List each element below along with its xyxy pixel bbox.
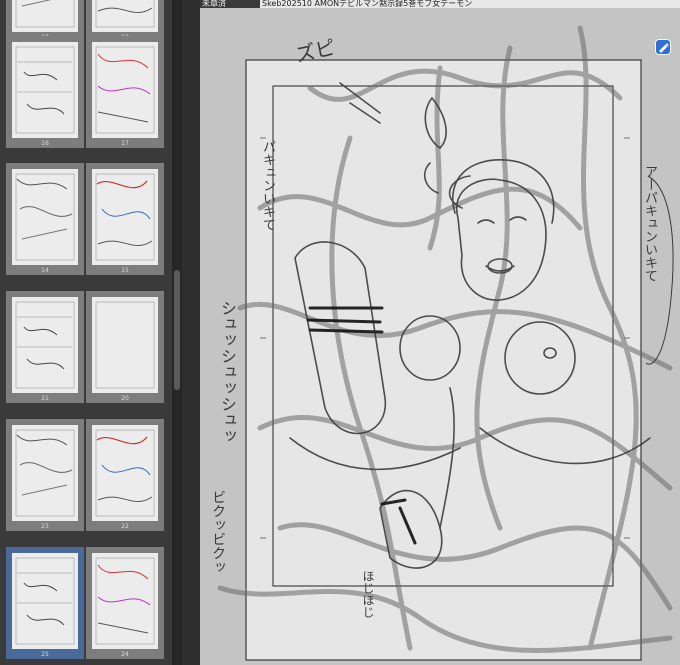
sfx-bottom-left: ビクッビクッ: [210, 490, 226, 574]
page-thumbnail[interactable]: 14: [6, 163, 84, 275]
page-thumbnail-image: [92, 169, 158, 265]
page-thumbnail-image: [12, 42, 78, 138]
page-thumbnail-image: [12, 169, 78, 265]
page-thumbnail[interactable]: 15: [86, 163, 164, 275]
page-number-label: 16: [41, 140, 49, 147]
page-thumbnail[interactable]: 23: [6, 419, 84, 531]
page-thumbnail[interactable]: 21: [6, 291, 84, 403]
sfx-right-vertical: アーパキュンいキて: [642, 165, 657, 282]
page-thumbnail-image: [12, 0, 78, 32]
window-title: Skeb202510 AMONデビルマン黙示録5巻モブ女デーモン: [262, 0, 473, 8]
page-number-label: 15: [121, 267, 129, 274]
page-thumbnail[interactable]: 25: [6, 547, 84, 659]
page-thumbnail-image: [92, 553, 158, 649]
sfx-left-margin: シュッシュッシュッ: [218, 300, 237, 444]
title-bar: 未章済 Skeb202510 AMONデビルマン黙示録5巻モブ女デーモン: [200, 0, 680, 8]
page-number-label: 22: [121, 523, 129, 530]
page-thumbnail-image: [12, 553, 78, 649]
page-thumbnail[interactable]: 17: [86, 36, 164, 148]
page-thumbnail[interactable]: 24: [86, 547, 164, 659]
page-thumbnail-panel: 181916171415212023222524: [0, 0, 172, 665]
pen-tool-icon[interactable]: [655, 39, 671, 55]
page-panel-scrollbar[interactable]: [172, 0, 182, 665]
page-number-label: 23: [41, 523, 49, 530]
page-number-label: 21: [41, 395, 49, 402]
canvas-artwork[interactable]: [200, 8, 680, 665]
panel-divider: [182, 0, 200, 665]
page-number-label: 24: [121, 651, 129, 658]
sfx-bottom-center: ほじほじ: [361, 570, 375, 618]
page-thumbnail-image: [92, 297, 158, 393]
page-number-label: 17: [121, 140, 129, 147]
page-thumbnail[interactable]: 20: [86, 291, 164, 403]
document-tab[interactable]: 未章済: [200, 0, 260, 8]
page-number-label: 25: [41, 651, 49, 658]
scrollbar-thumb[interactable]: [174, 270, 180, 390]
page-thumbnail[interactable]: 16: [6, 36, 84, 148]
page-thumbnail-image: [92, 42, 158, 138]
document-tab-label: 未章済: [202, 0, 226, 8]
sfx-left-vertical: パキュンいキて: [260, 140, 275, 231]
page-thumbnail[interactable]: 22: [86, 419, 164, 531]
page-number-label: 14: [41, 267, 49, 274]
page-number-label: 20: [121, 395, 129, 402]
page-thumbnail-image: [12, 297, 78, 393]
page-thumbnail-image: [12, 425, 78, 521]
page-thumbnail-image: [92, 425, 158, 521]
page-thumbnail-image: [92, 0, 158, 32]
